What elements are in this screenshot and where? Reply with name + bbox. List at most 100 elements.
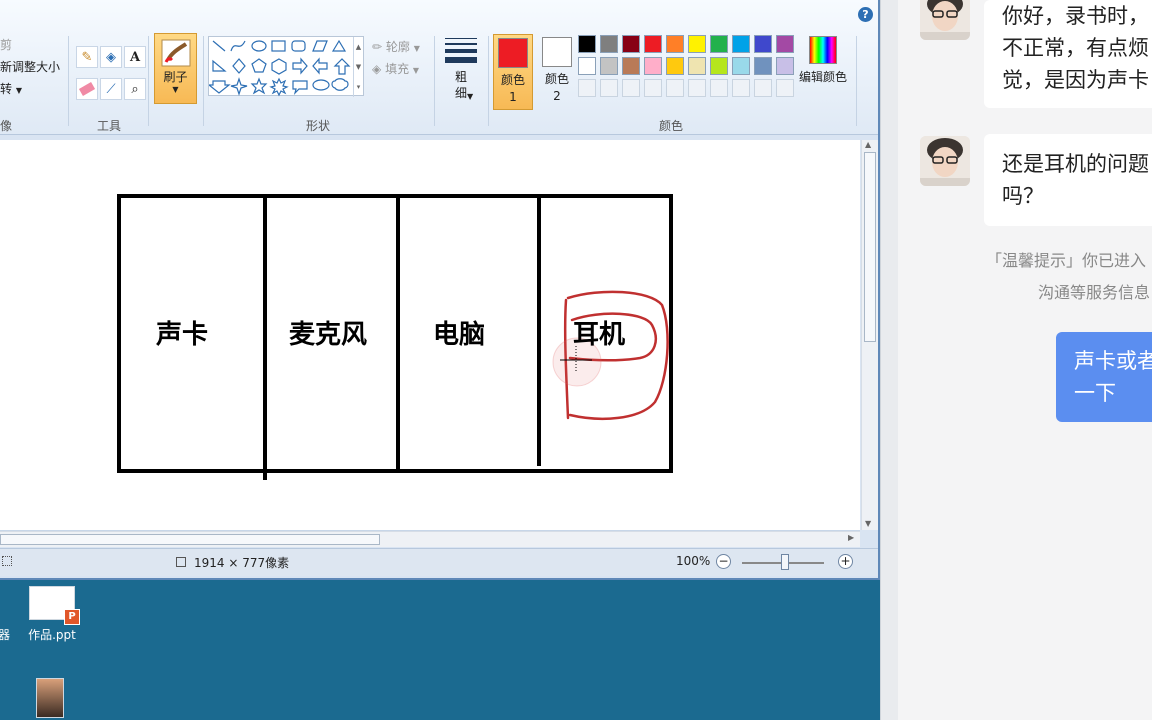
paint-window: 剪 新调整大小 转 ▼ 像 ✎ ◈ A ⟋ ⌕ 工具 刷子 ▼ ▲ ▼ ▾ ✏ …: [0, 0, 880, 580]
separator: [488, 36, 489, 126]
palette-swatch[interactable]: [732, 79, 750, 97]
zoom-in-button[interactable]: +: [838, 554, 853, 569]
desktop-icon-label: 器: [0, 628, 10, 642]
palette-swatch[interactable]: [776, 79, 794, 97]
text-tool[interactable]: A: [124, 46, 146, 68]
message-line: 吗？: [1002, 184, 1044, 208]
chevron-down-icon: ▼: [412, 66, 420, 75]
palette-swatch[interactable]: [710, 35, 728, 53]
rotate-label: 转: [0, 82, 13, 96]
ppt-file-icon: P: [64, 609, 80, 625]
magnifier-tool[interactable]: ⌕: [124, 78, 146, 100]
brush-icon: [161, 39, 190, 67]
desktop-icon-video[interactable]: [36, 678, 66, 718]
edit-colors-label: 编辑颜色: [798, 70, 847, 84]
palette-swatch[interactable]: [578, 35, 596, 53]
message-line: 你好，录书时，: [1002, 4, 1149, 28]
palette-swatch[interactable]: [710, 57, 728, 75]
palette-swatch[interactable]: [776, 57, 794, 75]
edit-colors-button[interactable]: 编辑颜色: [796, 36, 850, 85]
palette-swatch[interactable]: [600, 57, 618, 75]
shapes-scroll-up[interactable]: ▲: [353, 37, 363, 57]
palette-swatch[interactable]: [754, 79, 772, 97]
palette-swatch[interactable]: [776, 35, 794, 53]
palette-swatch[interactable]: [666, 79, 684, 97]
palette-swatch[interactable]: [688, 79, 706, 97]
palette-swatch[interactable]: [688, 35, 706, 53]
separator: [434, 36, 435, 126]
help-icon[interactable]: ?: [858, 7, 873, 22]
palette-swatch[interactable]: [732, 35, 750, 53]
pencil-icon: ✎: [81, 49, 93, 65]
palette-swatch[interactable]: [644, 35, 662, 53]
selection-size-icon: [2, 556, 12, 566]
avatar: [920, 136, 970, 186]
palette-swatch[interactable]: [578, 79, 596, 97]
message-line: 一下: [1074, 381, 1116, 405]
shapes-scroll-down[interactable]: ▼: [353, 57, 363, 77]
vertical-scroll-thumb[interactable]: [864, 152, 876, 342]
zoom-level: 100%: [676, 554, 711, 568]
palette-swatch[interactable]: [600, 35, 618, 53]
palette-swatch[interactable]: [666, 57, 684, 75]
palette-swatch[interactable]: [754, 35, 772, 53]
image-size-icon: [176, 557, 186, 567]
eraser-tool[interactable]: [76, 78, 98, 100]
palette-swatch[interactable]: [622, 57, 640, 75]
palette-swatch[interactable]: [644, 57, 662, 75]
color2-button[interactable]: 颜色 2: [537, 34, 577, 110]
palette-swatch[interactable]: [622, 35, 640, 53]
horizontal-scroll-thumb[interactable]: [0, 534, 380, 545]
outline-icon: ✏: [372, 40, 383, 54]
system-notice: 「温馨提示」你已进入 沟通等服务信息: [986, 250, 1150, 304]
zoom-out-button[interactable]: −: [716, 554, 731, 569]
vertical-scrollbar[interactable]: ▲ ▼: [861, 140, 878, 530]
notice-line: 「温馨提示」你已进入: [986, 251, 1147, 270]
scroll-up-icon[interactable]: ▲: [865, 140, 871, 149]
palette-swatch[interactable]: [754, 57, 772, 75]
color1-button[interactable]: 颜色 1: [493, 34, 533, 110]
cell-label-sound-card: 声卡: [156, 320, 209, 350]
resize-button[interactable]: 新调整大小: [0, 58, 60, 75]
notice-line: 沟通等服务信息: [1038, 283, 1151, 302]
desktop-icon-partial[interactable]: 器: [0, 626, 14, 643]
palette-swatch[interactable]: [578, 57, 596, 75]
color-picker-tool[interactable]: ⟋: [100, 78, 122, 100]
paint-bucket-icon: ◈: [106, 49, 116, 65]
ribbon: 剪 新调整大小 转 ▼ 像 ✎ ◈ A ⟋ ⌕ 工具 刷子 ▼ ▲ ▼ ▾ ✏ …: [0, 0, 878, 135]
user-avatar-icon: [920, 0, 970, 40]
eraser-icon: [78, 82, 96, 96]
chat-panel: 你好，录书时， 不正常，有点烦 觉，是因为声卡 还是耳机的问题 吗？ 「温馨提示…: [898, 0, 1152, 720]
separator: [148, 36, 149, 126]
user-avatar-icon: [920, 136, 970, 186]
brushes-button[interactable]: 刷子 ▼: [154, 33, 197, 104]
palette-swatch[interactable]: [710, 79, 728, 97]
text-a-icon: A: [129, 49, 141, 65]
video-thumbnail-icon: [36, 678, 64, 718]
table-drawing: [117, 194, 673, 480]
palette-swatch[interactable]: [600, 79, 618, 97]
drawing-canvas[interactable]: 声卡 麦克风 电脑 耳机: [0, 140, 860, 530]
palette-swatch[interactable]: [644, 79, 662, 97]
desktop-icon-ppt[interactable]: P 作品.ppt: [22, 586, 82, 643]
chat-message-incoming: 你好，录书时， 不正常，有点烦 觉，是因为声卡: [984, 0, 1152, 108]
zoom-slider-knob[interactable]: [781, 554, 789, 570]
palette-swatch[interactable]: [666, 35, 684, 53]
scroll-right-icon[interactable]: ▶: [848, 533, 854, 542]
scroll-down-icon[interactable]: ▼: [865, 519, 871, 528]
shapes-gallery[interactable]: ▲ ▼ ▾: [208, 36, 364, 97]
crop-button[interactable]: 剪: [0, 36, 12, 53]
rotate-button[interactable]: 转 ▼: [0, 80, 22, 97]
palette-swatch[interactable]: [688, 57, 706, 75]
palette-swatch[interactable]: [732, 57, 750, 75]
pencil-tool[interactable]: ✎: [76, 46, 98, 68]
size-button[interactable]: 粗细 ▼: [441, 36, 481, 106]
shapes-expand[interactable]: ▾: [353, 77, 363, 97]
palette-swatch[interactable]: [622, 79, 640, 97]
group-label-shapes: 形状: [306, 119, 331, 133]
horizontal-scrollbar[interactable]: ▶: [0, 531, 860, 547]
outline-button[interactable]: ✏ 轮廓 ▼: [372, 38, 420, 55]
fill-tool[interactable]: ◈: [100, 46, 122, 68]
cell-label-headphones: 耳机: [573, 320, 626, 350]
fill-button[interactable]: ◈ 填充 ▼: [372, 60, 419, 77]
